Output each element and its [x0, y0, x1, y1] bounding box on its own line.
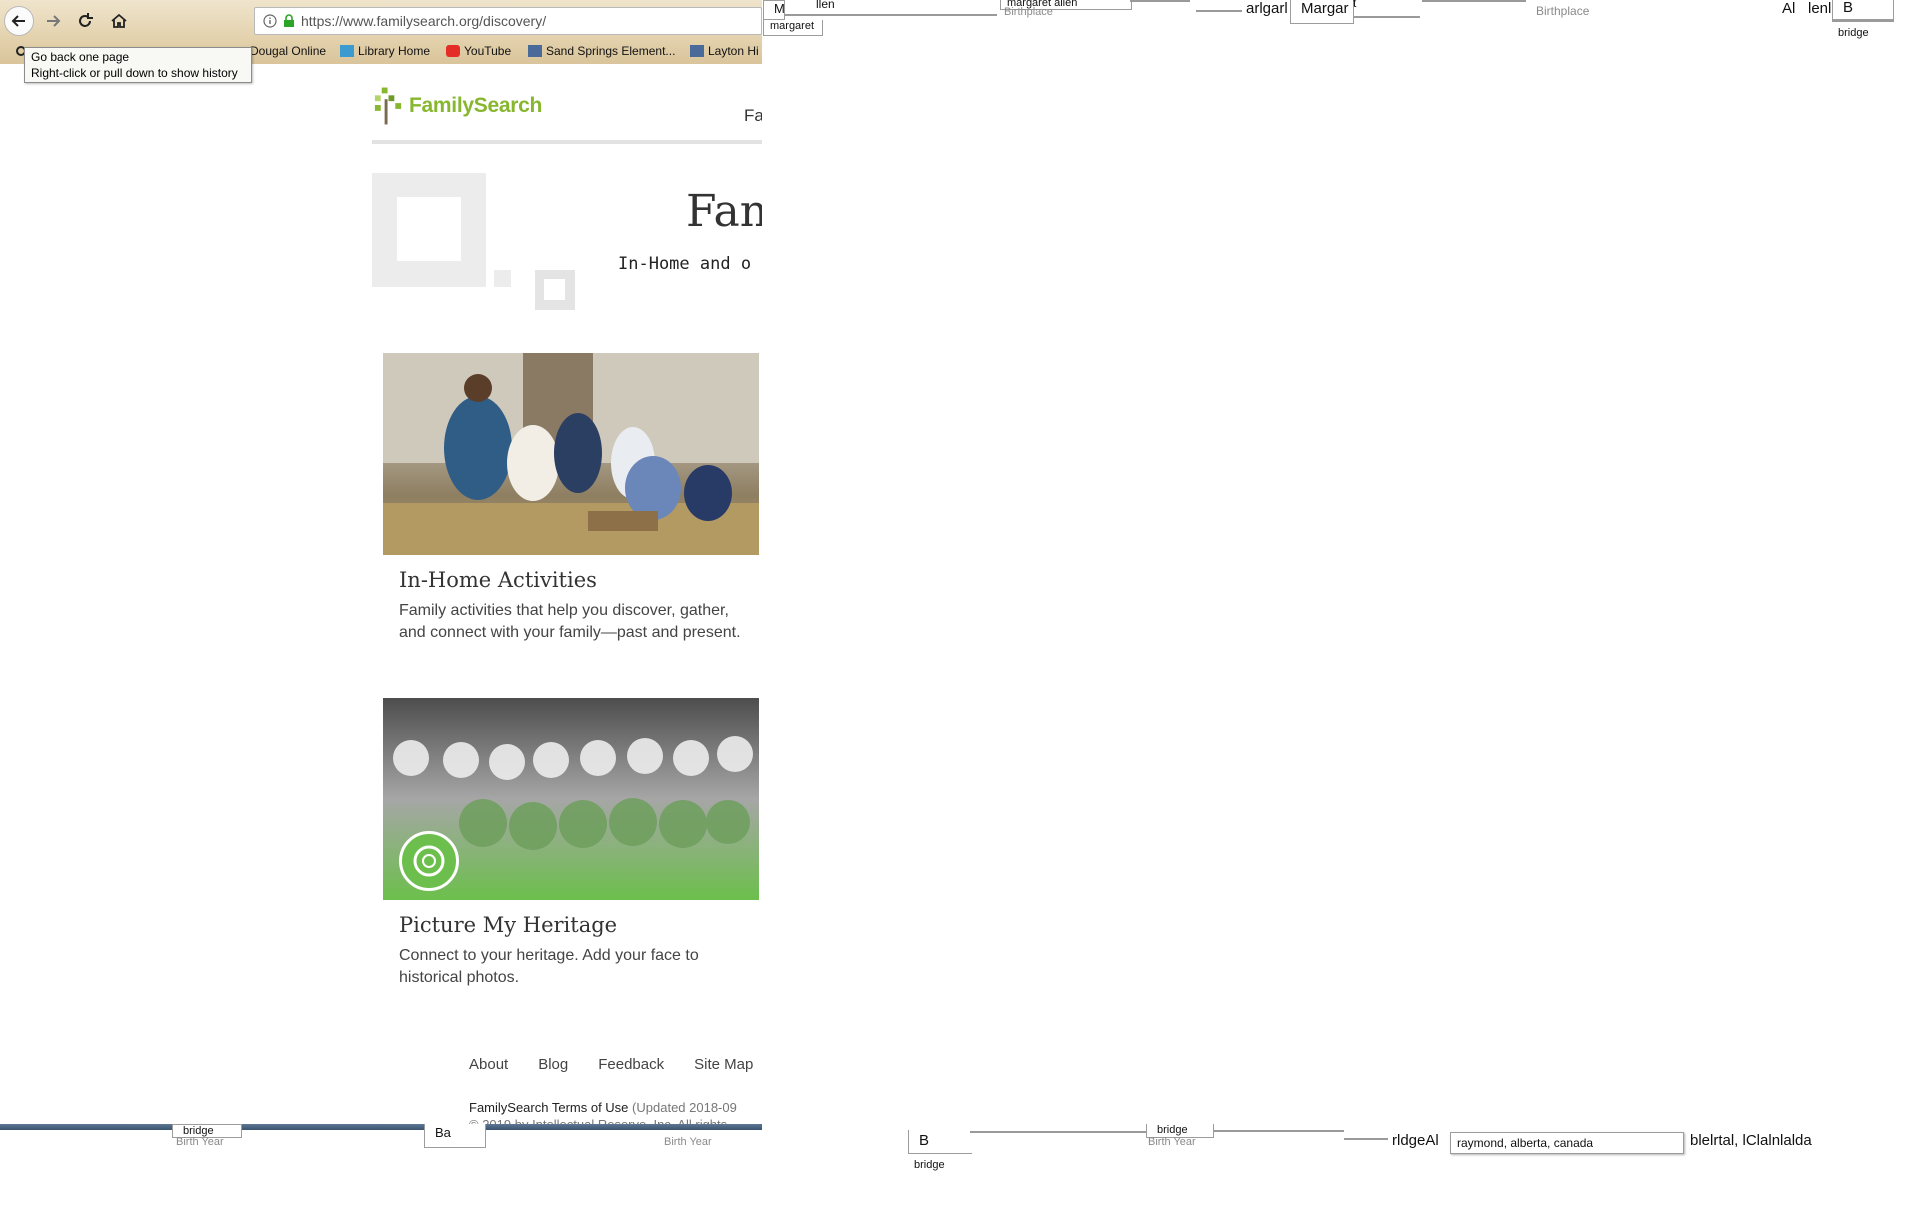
- fragment-text: bridge: [1838, 27, 1869, 39]
- picture-my-heritage-image[interactable]: [383, 698, 759, 900]
- tree-logo-icon: [374, 87, 402, 125]
- back-button[interactable]: [4, 6, 34, 36]
- autocomplete-fragment[interactable]: Ba: [424, 1124, 486, 1148]
- bookmark-dougal-online[interactable]: Dougal Online: [250, 44, 326, 58]
- field-underline: [1196, 10, 1242, 12]
- logo-text: FamilySearch: [409, 94, 542, 117]
- page-icon: [528, 45, 542, 57]
- fragment-label: Birth Year: [176, 1136, 224, 1148]
- bookmark-layton[interactable]: Layton Hi: [690, 44, 759, 58]
- fragment-text: bridge: [914, 1159, 945, 1171]
- address-bar[interactable]: https://www.familysearch.org/discovery/: [254, 7, 762, 35]
- card-title[interactable]: Picture My Heritage: [399, 913, 617, 937]
- fragment-label: Birth Year: [1148, 1136, 1196, 1148]
- fragment-text: Al: [1782, 0, 1796, 17]
- footer-link-site-map[interactable]: Site Map: [694, 1056, 753, 1073]
- card-description: Family activities that help you discover…: [399, 602, 741, 641]
- youtube-icon: [446, 45, 460, 57]
- bookmark-label: YouTube: [464, 44, 512, 58]
- fragment-text: blelrtal, lClalnlalda: [1690, 1132, 1812, 1149]
- tooltip-line: Right-click or pull down to show history: [31, 66, 238, 80]
- nav-item[interactable]: Fa: [744, 106, 762, 126]
- reload-button[interactable]: [70, 6, 100, 36]
- page-subtitle: In-Home and o: [618, 254, 752, 274]
- autocomplete-fragment[interactable]: Margar: [1290, 0, 1354, 24]
- fragment-text: margaret: [770, 20, 815, 32]
- bookmark-library-home[interactable]: Library Home: [340, 44, 430, 58]
- decorative-square-inner: [397, 197, 461, 261]
- footer-link-about[interactable]: About: [469, 1056, 508, 1073]
- field-underline: [1832, 20, 1894, 22]
- fragment-label: Birth Year: [664, 1136, 712, 1148]
- terms-line: FamilySearch Terms of Use (Updated 2018-…: [469, 1100, 737, 1115]
- page-title: Fan: [686, 186, 762, 237]
- bookmark-label: Layton Hi: [708, 44, 759, 58]
- fragment-text: arlgarl: [1246, 0, 1288, 17]
- reload-icon: [79, 13, 93, 27]
- terms-updated: (Updated 2018-09: [632, 1100, 737, 1115]
- familysearch-logo[interactable]: FamilySearch: [372, 84, 542, 128]
- footer-links: About Blog Feedback Site Map: [469, 1056, 753, 1073]
- field-underline: [1344, 1138, 1388, 1140]
- fragment-text: rldgeAl: [1392, 1132, 1439, 1149]
- url-text: https://www.familysearch.org/discovery/: [301, 13, 547, 29]
- field-underline: [1422, 0, 1526, 2]
- fragment-text: bridge: [1157, 1124, 1188, 1136]
- fragment-label: Birthplace: [1004, 6, 1053, 18]
- fragment-text: B: [1843, 0, 1854, 16]
- field-underline: [1354, 16, 1420, 18]
- field-underline: [1214, 1130, 1344, 1132]
- home-button[interactable]: [104, 6, 134, 36]
- field-underline: [970, 1131, 1146, 1133]
- decorative-square-small-inner: [544, 279, 565, 300]
- field-underline: [785, 14, 997, 16]
- bookmark-sand-springs[interactable]: Sand Springs Element...: [528, 44, 675, 58]
- info-icon: [263, 14, 277, 28]
- page-icon: [690, 45, 704, 57]
- bookmark-youtube[interactable]: YouTube: [446, 44, 511, 58]
- bookmark-label: Dougal Online: [250, 44, 327, 58]
- fragment-text: Margar: [1301, 0, 1349, 17]
- header-divider: [372, 140, 762, 144]
- terms-link[interactable]: FamilySearch Terms of Use: [469, 1100, 628, 1115]
- in-home-activities-image[interactable]: [383, 353, 759, 555]
- autocomplete-fragment[interactable]: M: [763, 0, 785, 20]
- autocomplete-fragment[interactable]: B: [908, 1130, 972, 1154]
- camera-icon: [399, 831, 459, 891]
- bookmark-label: Library Home: [358, 44, 431, 58]
- fragment-text: llen: [816, 0, 835, 11]
- lock-icon: [284, 14, 294, 27]
- fragment-label: Birthplace: [1536, 4, 1590, 18]
- decorative-dot: [494, 270, 511, 287]
- suggestion-text: raymond, alberta, canada: [1457, 1136, 1594, 1150]
- card-title[interactable]: In-Home Activities: [399, 568, 597, 592]
- library-icon: [340, 45, 354, 57]
- fragment-text: Ba: [435, 1125, 451, 1140]
- autocomplete-fragment[interactable]: B: [1832, 0, 1894, 20]
- card-description: Connect to your heritage. Add your face …: [399, 947, 699, 986]
- home-icon: [111, 13, 127, 28]
- footer-link-feedback[interactable]: Feedback: [598, 1056, 664, 1073]
- fragment-text: t: [1353, 0, 1357, 10]
- taskbar-strip: [0, 1124, 762, 1130]
- fragment-text: lenl: [1808, 0, 1832, 17]
- arrow-right-icon: [47, 15, 61, 27]
- tooltip-line: Go back one page: [31, 50, 130, 64]
- fragment-text: M: [774, 1, 785, 16]
- location-suggestion[interactable]: raymond, alberta, canada: [1450, 1132, 1684, 1154]
- browser-window: https://www.familysearch.org/discovery/ …: [0, 0, 762, 1130]
- arrow-left-icon: [11, 15, 25, 27]
- fragment-text: B: [919, 1132, 930, 1149]
- suggestion-fragment[interactable]: margaret: [763, 20, 823, 36]
- forward-button[interactable]: [38, 6, 68, 36]
- field-underline: [1130, 0, 1190, 2]
- back-tooltip: Go back one page Right-click or pull dow…: [24, 47, 252, 83]
- bookmark-label: Sand Springs Element...: [546, 44, 676, 58]
- family-photo-illustration: [383, 353, 759, 555]
- footer-link-blog[interactable]: Blog: [538, 1056, 568, 1073]
